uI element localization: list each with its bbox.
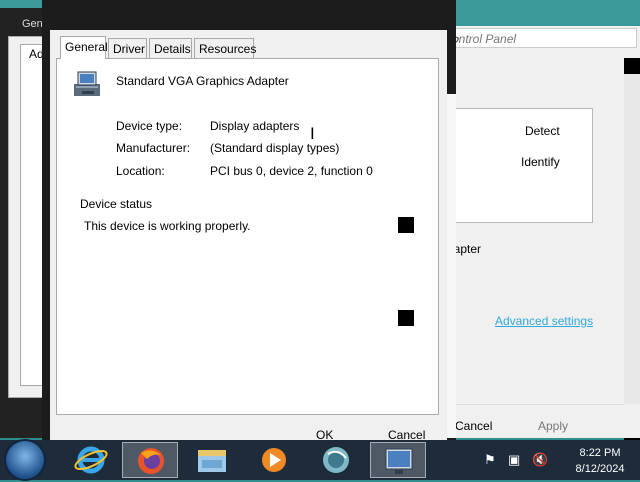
detect-button[interactable]: Detect — [525, 124, 560, 138]
display-adapter-icon — [74, 71, 100, 96]
device-type-value: Display adapters — [210, 119, 300, 133]
identify-button[interactable]: Identify — [521, 155, 560, 169]
monitor-preview-panel — [447, 108, 593, 223]
taskbar-firefox[interactable] — [122, 442, 178, 478]
file-explorer-icon — [198, 450, 226, 472]
display-settings-icon — [385, 448, 413, 474]
manufacturer-value: (Standard display types) — [210, 141, 340, 155]
advanced-settings-link[interactable]: Advanced settings — [495, 314, 593, 328]
clock-time: 8:22 PM — [579, 447, 621, 459]
firefox-icon — [138, 448, 164, 474]
manufacturer-label: Manufacturer: — [116, 141, 191, 155]
device-status-text: This device is working properly. — [84, 219, 251, 233]
search-icon[interactable]: ⌕ — [452, 31, 630, 47]
tab-resources[interactable]: Resources — [194, 38, 256, 58]
taskbar-file-explorer[interactable] — [184, 442, 240, 478]
taskbar-internet-explorer[interactable] — [64, 442, 120, 478]
internet-explorer-icon — [74, 446, 108, 474]
tab-details[interactable]: Details — [149, 38, 192, 58]
status-scroll-up-button[interactable] — [398, 217, 414, 233]
device-type-label: Device type: — [116, 119, 183, 133]
taskbar-display-settings[interactable] — [370, 442, 426, 478]
device-name: Standard VGA Graphics Adapter — [116, 74, 289, 88]
background-apply-button[interactable]: Apply — [538, 419, 568, 433]
volume-muted-icon[interactable]: 🔇 — [532, 452, 548, 468]
text-cursor-icon: I — [310, 124, 315, 143]
tab-driver[interactable]: Driver — [108, 38, 147, 58]
location-label: Location: — [116, 164, 165, 178]
flag-icon[interactable]: ⚑ — [484, 452, 496, 468]
system-clock[interactable]: 8:22 PM 8/12/2024 — [560, 445, 640, 477]
dialog-edge — [447, 94, 456, 438]
media-player-icon — [262, 448, 286, 472]
device-status-box[interactable] — [80, 214, 417, 394]
scroll-up-button[interactable] — [624, 58, 640, 74]
clock-date: 8/12/2024 — [575, 463, 625, 475]
background-cancel-button[interactable]: Cancel — [455, 419, 492, 433]
tab-general[interactable]: General — [60, 36, 108, 59]
footer-divider — [447, 404, 624, 405]
network-tray-icon[interactable]: ▣ — [508, 452, 520, 468]
taskbar-media-player[interactable] — [246, 442, 302, 478]
background-scrollbar[interactable] — [624, 74, 640, 414]
taskbar-network[interactable] — [308, 442, 364, 478]
device-status-heading: Device status — [80, 197, 153, 211]
network-icon — [323, 447, 349, 473]
search-control-panel-input[interactable]: ontrol Panel ⌕ — [447, 28, 637, 48]
location-value: PCI bus 0, device 2, function 0 — [210, 164, 373, 178]
partial-window-title: Gen — [22, 18, 43, 30]
status-scroll-down-button[interactable] — [398, 310, 414, 326]
start-button[interactable] — [6, 441, 44, 479]
